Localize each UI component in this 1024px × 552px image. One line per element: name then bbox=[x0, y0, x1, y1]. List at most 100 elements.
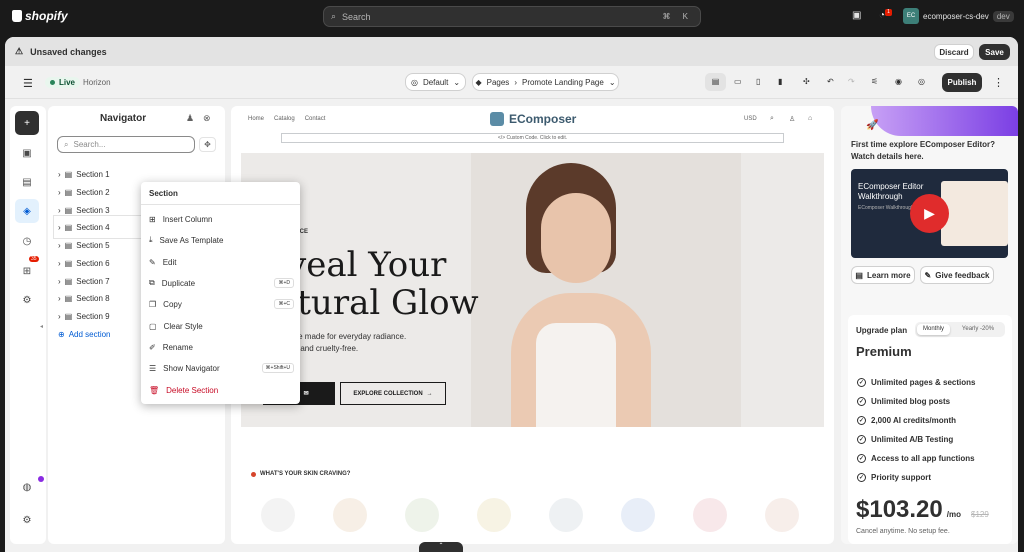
nav-section-3[interactable]: › ▤ Section 3 bbox=[58, 202, 110, 218]
menu-copy[interactable]: ❐ Copy ⌘+C bbox=[149, 295, 294, 313]
layout-icon[interactable]: ▤ bbox=[705, 73, 726, 91]
people-icon[interactable]: ♟ bbox=[186, 113, 194, 124]
play-icon[interactable]: ▶ bbox=[910, 194, 949, 233]
explore-label: EXPLORE COLLECTION bbox=[353, 390, 423, 397]
section-label: Section 8 bbox=[76, 293, 110, 303]
monthly-option[interactable]: Monthly bbox=[917, 324, 950, 335]
expand-up-icon[interactable]: ⌃ bbox=[419, 542, 463, 552]
menu-save-as-template[interactable]: ⤓ Save As Template bbox=[149, 231, 294, 249]
product-thumb[interactable] bbox=[477, 498, 511, 532]
brand-logo[interactable]: EComposer bbox=[490, 112, 576, 126]
explore-collection-button[interactable]: EXPLORE COLLECTION → bbox=[340, 382, 446, 405]
collapse-rail-icon[interactable]: ◂ bbox=[40, 323, 43, 330]
apps-icon[interactable]: ⊞ bbox=[15, 259, 39, 283]
magic-icon[interactable]: ✣ bbox=[803, 77, 810, 86]
warning-icon: ⚠ bbox=[15, 46, 24, 56]
nav-section-7[interactable]: › ▤ Section 7 bbox=[58, 273, 110, 289]
nav-link-catalog[interactable]: Catalog bbox=[274, 116, 295, 122]
give-feedback-button[interactable]: ✎ Give feedback bbox=[920, 266, 994, 284]
global-search[interactable]: ⌕ Search ⌘ K bbox=[323, 6, 701, 27]
menu-rename[interactable]: ✐ Rename bbox=[149, 338, 294, 356]
menu-edit[interactable]: ✎ Edit bbox=[149, 253, 294, 271]
hero-section[interactable]: ANCE veal Your atural Glow care made for… bbox=[241, 153, 824, 427]
discard-button[interactable]: Discard bbox=[934, 44, 974, 60]
edit-icon: ✎ bbox=[149, 257, 156, 267]
search-placeholder: Search bbox=[342, 11, 371, 22]
nav-link-contact[interactable]: Contact bbox=[305, 116, 326, 122]
learn-more-button[interactable]: ▤ Learn more bbox=[851, 266, 915, 284]
nav-section-4[interactable]: › ▤ Section 4 bbox=[58, 219, 110, 235]
desktop-icon[interactable]: ▭ bbox=[734, 77, 742, 86]
ai-icon[interactable]: ◍ bbox=[15, 475, 39, 499]
product-thumb[interactable] bbox=[549, 498, 583, 532]
tablet-icon[interactable]: ▯ bbox=[756, 77, 760, 86]
nav-section-6[interactable]: › ▤ Section 6 bbox=[58, 255, 110, 271]
more-icon[interactable]: ⋮ bbox=[993, 76, 1004, 89]
save-button[interactable]: Save bbox=[979, 44, 1010, 60]
cart-icon[interactable]: ⌂ bbox=[808, 115, 812, 122]
currency-select[interactable]: USD bbox=[744, 116, 757, 122]
add-element-button[interactable]: + bbox=[15, 111, 39, 135]
search-icon[interactable]: ⌕ bbox=[770, 115, 774, 123]
menu-delete-section[interactable]: 🗑 Delete Section bbox=[149, 381, 294, 399]
code-icon: </> bbox=[497, 135, 506, 141]
nav-section-5[interactable]: › ▤ Section 5 bbox=[58, 237, 110, 253]
history-icon[interactable]: ◷ bbox=[15, 229, 39, 253]
eye-icon[interactable]: ◎ bbox=[918, 77, 925, 86]
user-icon[interactable]: ♙ bbox=[789, 115, 795, 123]
menu-clear-style[interactable]: ▢ Clear Style bbox=[149, 317, 294, 335]
section-icon: ▤ bbox=[64, 205, 73, 215]
video-thumbnail[interactable]: EComposer Editor Walkthrough EComposer W… bbox=[851, 169, 1008, 258]
global-elements-icon[interactable]: ▣ bbox=[15, 141, 39, 165]
nav-section-9[interactable]: › ▤ Section 9 bbox=[58, 308, 110, 324]
layers-icon[interactable]: ◈ bbox=[15, 199, 39, 223]
settings-icon[interactable]: ⚙ bbox=[15, 508, 39, 532]
section-label: Section 6 bbox=[76, 258, 110, 268]
add-section-link[interactable]: ⊕ Add section bbox=[58, 326, 111, 342]
brand-mark-icon bbox=[490, 112, 504, 126]
nav-section-2[interactable]: › ▤ Section 2 bbox=[58, 184, 110, 200]
nav-section-1[interactable]: › ▤ Section 1 bbox=[58, 166, 110, 182]
nav-link-home[interactable]: Home bbox=[248, 116, 264, 122]
give-feedback-label: Give feedback bbox=[935, 270, 990, 280]
account-tag: dev bbox=[992, 10, 1014, 22]
menu-show-navigator[interactable]: ☰ Show Navigator ⌘+Shift+U bbox=[149, 359, 294, 377]
product-thumb[interactable] bbox=[621, 498, 655, 532]
page-preview[interactable]: Home Catalog Contact EComposer USD ⌕ ♙ ⌂… bbox=[231, 106, 834, 544]
menu-duplicate[interactable]: ⧉ Duplicate ⌘+D bbox=[149, 274, 294, 292]
video-subtitle: EComposer Walkthrough bbox=[858, 205, 914, 211]
promo-text: First time explore EComposer Editor? Wat… bbox=[851, 140, 996, 161]
undo-icon[interactable]: ↶ bbox=[827, 77, 834, 86]
product-thumb[interactable] bbox=[693, 498, 727, 532]
mobile-icon[interactable]: ▮ bbox=[778, 77, 782, 86]
sliders-icon[interactable]: ⚟ bbox=[871, 77, 878, 86]
menu-insert-column[interactable]: ⊞ Insert Column bbox=[149, 210, 294, 228]
feature-item: ✓ Access to all app functions bbox=[857, 449, 975, 468]
chevron-right-icon: › bbox=[58, 311, 61, 321]
product-thumb[interactable] bbox=[765, 498, 799, 532]
sections-icon[interactable]: ▤ bbox=[15, 170, 39, 194]
shopify-logo[interactable]: shopify bbox=[12, 9, 68, 23]
target-icon[interactable]: ✥ bbox=[199, 137, 216, 152]
navigator-search[interactable]: ⌕ Search... bbox=[57, 136, 195, 153]
menu-label: Insert Column bbox=[162, 214, 213, 224]
collapse-all-icon[interactable]: ⊗ bbox=[203, 113, 211, 124]
brand-name: EComposer bbox=[509, 112, 577, 126]
store-icon[interactable]: ▣ bbox=[852, 10, 861, 21]
device-select[interactable]: ◎ Default ⌄ bbox=[405, 73, 466, 91]
publish-button[interactable]: Publish bbox=[942, 73, 982, 92]
product-thumb[interactable] bbox=[261, 498, 295, 532]
page-select[interactable]: ◆ Pages › Promote Landing Page ⌄ bbox=[472, 73, 619, 91]
menu-icon[interactable]: ☰ bbox=[23, 77, 33, 90]
product-thumb[interactable] bbox=[333, 498, 367, 532]
custom-code-block[interactable]: </> Custom Code. Click to edit. bbox=[281, 133, 784, 143]
yearly-option[interactable]: Yearly -20% bbox=[953, 324, 1003, 335]
section-icon: ▤ bbox=[64, 276, 73, 286]
integrations-icon[interactable]: ⚙ bbox=[15, 288, 39, 312]
product-thumb[interactable] bbox=[405, 498, 439, 532]
redo-icon[interactable]: ↷ bbox=[848, 77, 855, 86]
chat-icon[interactable]: ◉ bbox=[895, 77, 902, 86]
feature-item: ✓ Priority support bbox=[857, 468, 975, 487]
account-menu[interactable]: EC ecomposer-cs-dev dev bbox=[903, 8, 1014, 24]
nav-section-8[interactable]: › ▤ Section 8 bbox=[58, 290, 110, 306]
